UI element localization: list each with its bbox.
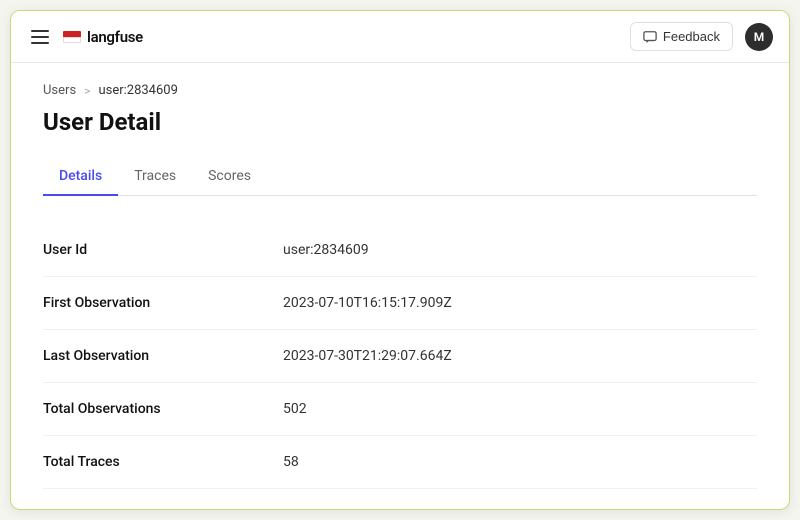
- header-left: langfuse: [27, 26, 630, 48]
- header: langfuse Feedback M: [11, 11, 789, 63]
- detail-row-userid: User Id user:2834609: [43, 224, 757, 277]
- breadcrumb: Users > user:2834609: [43, 83, 757, 98]
- detail-row-total-traces: Total Traces 58: [43, 436, 757, 489]
- detail-row-first-observation: First Observation 2023-07-10T16:15:17.90…: [43, 277, 757, 330]
- detail-row-last-observation: Last Observation 2023-07-30T21:29:07.664…: [43, 330, 757, 383]
- header-right: Feedback M: [630, 22, 773, 51]
- breadcrumb-users-link[interactable]: Users: [43, 83, 76, 98]
- feedback-label: Feedback: [663, 29, 720, 44]
- breadcrumb-separator: >: [84, 84, 90, 98]
- avatar[interactable]: M: [745, 23, 773, 51]
- feedback-button[interactable]: Feedback: [630, 22, 733, 51]
- tab-details[interactable]: Details: [43, 160, 118, 196]
- detail-row-total-observations: Total Observations 502: [43, 383, 757, 436]
- content-area: Users > user:2834609 User Detail Details…: [11, 63, 789, 509]
- value-userid: user:2834609: [283, 242, 369, 258]
- tab-traces[interactable]: Traces: [118, 160, 192, 196]
- label-total-traces: Total Traces: [43, 454, 283, 470]
- breadcrumb-current: user:2834609: [98, 83, 177, 98]
- label-total-observations: Total Observations: [43, 401, 283, 417]
- value-total-observations: 502: [283, 401, 307, 417]
- detail-section: User Id user:2834609 First Observation 2…: [43, 224, 757, 489]
- label-userid: User Id: [43, 242, 283, 258]
- label-first-observation: First Observation: [43, 295, 283, 311]
- value-total-traces: 58: [283, 454, 299, 470]
- value-first-observation: 2023-07-10T16:15:17.909Z: [283, 295, 452, 311]
- app-window: langfuse Feedback M Users > user:2834609…: [10, 10, 790, 510]
- logo: langfuse: [63, 28, 143, 46]
- feedback-icon: [643, 30, 657, 44]
- value-last-observation: 2023-07-30T21:29:07.664Z: [283, 348, 452, 364]
- menu-button[interactable]: [27, 26, 53, 48]
- tabs-container: Details Traces Scores: [43, 160, 757, 196]
- label-last-observation: Last Observation: [43, 348, 283, 364]
- tab-scores[interactable]: Scores: [192, 160, 267, 196]
- logo-text: langfuse: [87, 28, 143, 46]
- page-title: User Detail: [43, 108, 757, 136]
- logo-icon: [63, 31, 81, 43]
